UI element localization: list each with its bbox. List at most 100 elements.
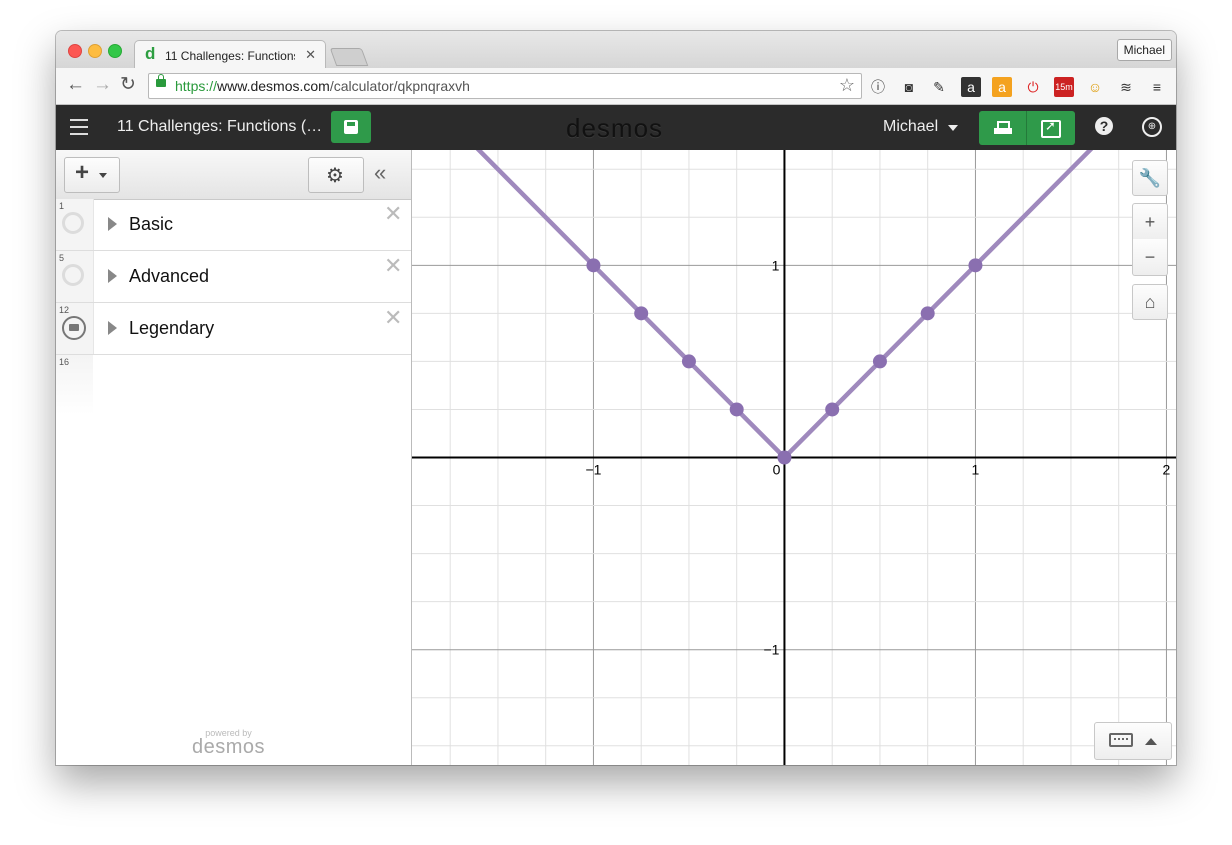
delete-icon[interactable]: ✕ [384,305,402,331]
wrench-icon: 🔧 [1138,168,1162,188]
graph-title[interactable]: 11 Challenges: Functions (… [117,118,322,136]
desmos-header: 11 Challenges: Functions (… desmos Micha… [56,105,1176,150]
new-tab-button[interactable] [329,48,369,66]
expression-sidebar: + ⚙ « 1 Basic ✕ 5 Advanced ✕ 12 Legendar… [56,150,412,765]
print-icon[interactable] [994,121,1012,135]
reload-icon[interactable]: ↻ [120,75,136,95]
new-expression-row[interactable]: 16 [56,355,411,415]
stop-extension-icon[interactable]: ⏻ [1023,77,1043,97]
profile-button[interactable]: Michael [1116,39,1172,61]
expression-folder-legendary[interactable]: 12 Legendary ✕ [56,303,411,355]
back-arrow-icon[interactable]: ← [66,75,85,95]
expression-number: 16 [59,357,70,367]
buffer-extension-icon[interactable]: ≋ [1116,77,1136,97]
browser-window: d 11 Challenges: Functions (desmos) ✕ Mi… [56,31,1176,765]
minimize-window-button[interactable] [88,44,102,58]
smile-extension-icon[interactable]: ☺ [1085,77,1105,97]
close-window-button[interactable] [68,44,82,58]
amazon-extension-icon[interactable]: a [961,77,981,97]
help-icon[interactable]: ? [1095,117,1113,135]
keypad-toggle-button[interactable] [1094,722,1172,760]
tab-strip: d 11 Challenges: Functions (desmos) ✕ Mi… [56,31,1176,69]
data-point [681,354,696,369]
data-point [968,258,983,273]
expression-number: 12 [59,305,70,315]
chevron-down-icon[interactable] [948,125,958,131]
x-tick-label: 0 [773,462,781,478]
expression-list: 1 Basic ✕ 5 Advanced ✕ 12 Legendary ✕ 16 [56,199,411,415]
x-tick-label: 1 [972,462,980,478]
globe-icon[interactable]: ⊕ [1142,117,1162,137]
pocket-extension-icon[interactable]: ◙ [899,77,919,97]
folder-label[interactable]: Legendary [129,318,214,339]
evernote-extension-icon[interactable]: ✎ [929,77,949,97]
x-tick-label: 2 [1163,462,1171,478]
expression-number: 1 [59,201,65,211]
share-icon[interactable] [1041,118,1061,138]
data-point [586,258,601,273]
expand-triangle-icon[interactable] [108,321,117,335]
url-text: https://www.desmos.com/calculator/qkpnqr… [175,78,470,94]
delete-icon[interactable]: ✕ [384,253,402,279]
hidden-toggle-icon[interactable] [62,212,84,234]
minus-icon: − [1144,247,1156,267]
graph-paper[interactable]: −2−10121−1 🔧 + − ⌂ [412,150,1176,765]
data-point [777,450,792,465]
forward-arrow-icon[interactable]: → [93,75,112,95]
user-menu[interactable]: Michael [883,118,938,136]
chrome-menu-icon[interactable]: ≡ [1147,77,1167,97]
data-point [872,354,887,369]
collapse-sidebar-icon[interactable]: « [374,160,386,186]
plus-icon: + [75,159,90,186]
expression-folder-advanced[interactable]: 5 Advanced ✕ [56,251,411,303]
y-tick-label: 1 [772,257,780,273]
chevron-up-icon [1145,738,1157,745]
folder-icon[interactable] [62,316,86,340]
hidden-toggle-icon[interactable] [62,264,84,286]
zoom-in-button[interactable]: + [1132,203,1168,241]
folder-label[interactable]: Basic [129,214,173,235]
graph-svg[interactable]: −2−10121−1 [412,150,1176,765]
expand-triangle-icon[interactable] [108,269,117,283]
powered-by-desmos[interactable]: powered by desmos [192,728,265,757]
home-icon: ⌂ [1144,292,1156,312]
graph-settings-button[interactable]: 🔧 [1132,160,1168,196]
chevron-down-icon [99,173,107,178]
browser-toolbar: ← → ↻ https://www.desmos.com/calculator/… [56,68,1176,105]
amazon-assistant-icon[interactable]: a [992,77,1012,97]
home-zoom-button[interactable]: ⌂ [1132,284,1168,320]
function-curve [475,150,1094,460]
zoom-out-button[interactable]: − [1132,239,1168,276]
plus-icon: + [1144,212,1156,232]
expand-triangle-icon[interactable] [108,217,117,231]
share-button-group [979,111,1075,145]
hamburger-menu-icon[interactable] [70,119,88,135]
tab-close-icon[interactable]: ✕ [305,47,316,63]
desmos-favicon-icon: d [145,44,156,63]
info-extension-icon[interactable]: ⓘ [868,77,888,97]
delete-icon[interactable]: ✕ [384,201,402,227]
settings-button[interactable]: ⚙ [308,157,364,193]
zoom-window-button[interactable] [108,44,122,58]
address-bar[interactable]: https://www.desmos.com/calculator/qkpnqr… [148,73,862,99]
expression-number: 5 [59,253,65,263]
folder-label[interactable]: Advanced [129,266,209,287]
data-point [825,402,840,417]
expression-folder-basic[interactable]: 1 Basic ✕ [56,199,411,251]
x-tick-label: −1 [585,462,601,478]
floppy-disk-icon [344,120,358,134]
browser-tab[interactable]: d 11 Challenges: Functions (desmos) ✕ [134,40,326,69]
add-item-button[interactable]: + [64,157,120,193]
desmos-logo: desmos [566,113,664,143]
save-button[interactable] [331,111,371,143]
lock-icon [156,74,166,87]
sidebar-toolbar: + ⚙ « [56,150,411,200]
keyboard-icon [1109,733,1133,747]
bookmark-star-icon[interactable]: ☆ [839,75,855,96]
tab-title: 11 Challenges: Functions (desmos) [165,49,295,63]
y-tick-label: −1 [763,642,779,658]
data-point [920,306,935,321]
data-point [729,402,744,417]
data-point [634,306,649,321]
timer-extension-icon[interactable]: 15m [1054,77,1074,97]
